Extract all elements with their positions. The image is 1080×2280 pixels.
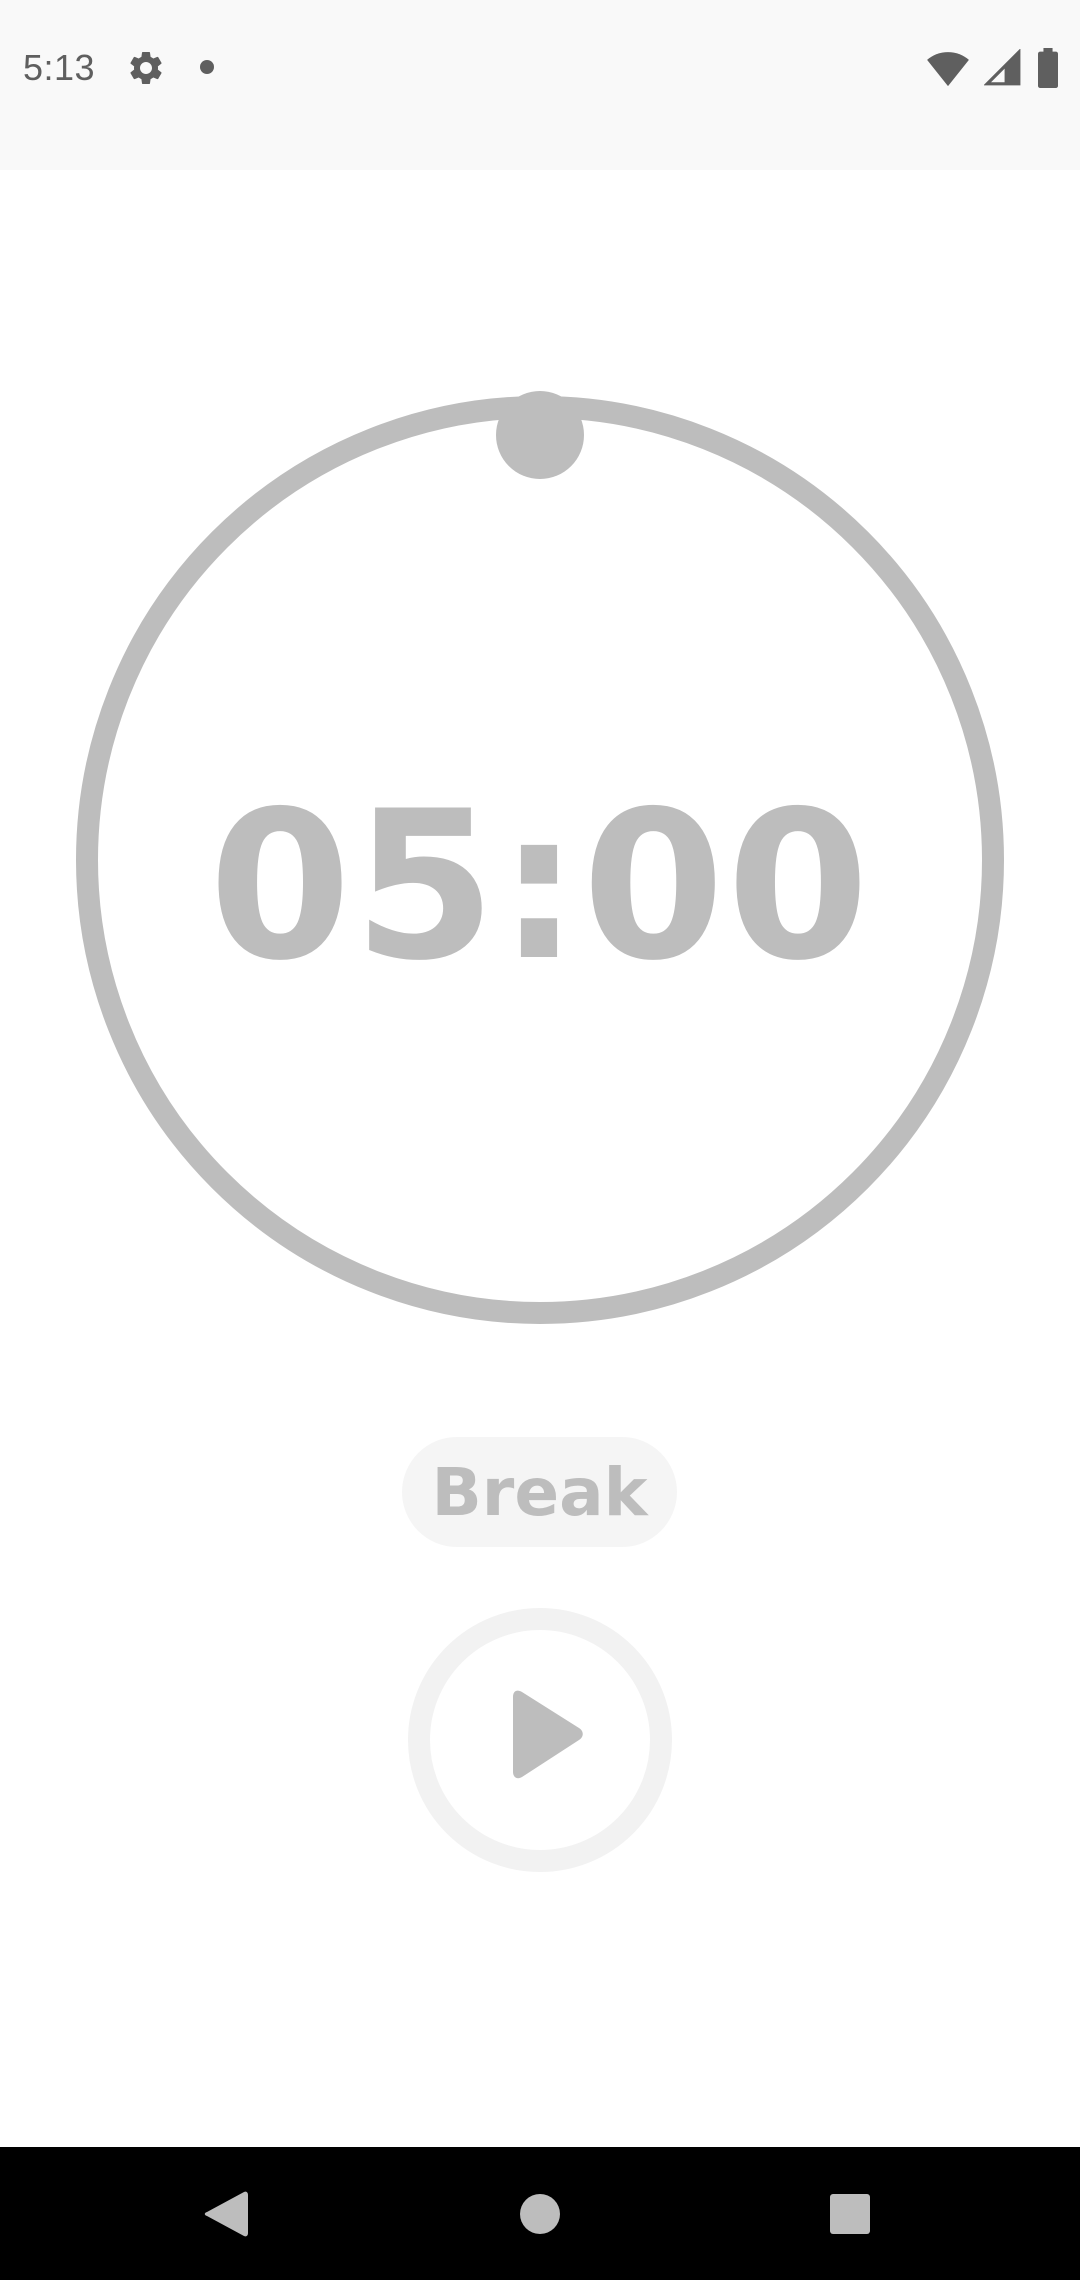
- cellular-signal-icon: [984, 49, 1021, 86]
- timer-dial-handle: [496, 391, 584, 479]
- status-right-icons: [926, 46, 1060, 90]
- recents-icon: [830, 2193, 870, 2234]
- battery-icon: [1038, 48, 1058, 88]
- home-button[interactable]: [460, 2147, 620, 2280]
- recents-button[interactable]: [770, 2147, 930, 2280]
- play-button[interactable]: [407, 1607, 673, 1873]
- back-icon: [204, 2191, 248, 2236]
- timer-display: 05:00: [208, 768, 872, 1006]
- navigation-bar: [0, 2147, 1080, 2280]
- gear-icon: [130, 51, 162, 84]
- back-button[interactable]: [146, 2147, 306, 2280]
- notification-dot-icon: [200, 60, 214, 74]
- status-time: 5:13: [23, 47, 96, 88]
- wifi-icon: [927, 52, 969, 87]
- break-mode-chip[interactable]: Break: [402, 1437, 677, 1547]
- status-bar: 5:13: [0, 0, 1080, 170]
- home-icon: [520, 2193, 560, 2234]
